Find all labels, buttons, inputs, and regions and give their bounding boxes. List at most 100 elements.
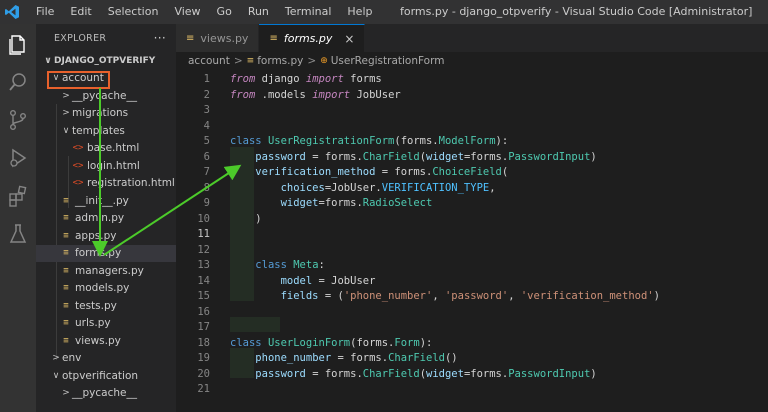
code-text: widget=forms.RadioSelect bbox=[230, 196, 433, 212]
close-icon[interactable]: × bbox=[344, 32, 354, 46]
testing-icon[interactable] bbox=[6, 222, 30, 246]
menu-item-terminal[interactable]: Terminal bbox=[277, 0, 340, 24]
chevron-down-icon: ∨ bbox=[62, 125, 70, 136]
code-line: 20 password = forms.CharField(widget=for… bbox=[176, 367, 768, 383]
extensions-icon[interactable] bbox=[6, 184, 30, 208]
python-file-icon: ≡ bbox=[63, 335, 69, 346]
line-number: 8 bbox=[203, 181, 210, 194]
code-token: CharField bbox=[362, 150, 420, 163]
tree-file[interactable]: ≡ __init__.py bbox=[36, 192, 176, 210]
tree-folder[interactable]: > env bbox=[36, 350, 176, 368]
tree-file[interactable]: ≡ apps.py bbox=[36, 227, 176, 245]
html-file-icon: <> bbox=[72, 178, 84, 189]
line-number: 19 bbox=[197, 352, 210, 364]
tree-item-label: tests.py bbox=[75, 299, 117, 312]
code-token: choices bbox=[280, 181, 325, 194]
menu-item-go[interactable]: Go bbox=[209, 0, 240, 24]
code-token: model bbox=[280, 274, 313, 287]
code-text: phone_number = forms.CharField() bbox=[230, 351, 457, 367]
python-file-icon: ≡ bbox=[63, 230, 69, 241]
menu-item-run[interactable]: Run bbox=[240, 0, 277, 24]
python-file-icon: ≡ bbox=[63, 213, 69, 224]
source-control-icon[interactable] bbox=[6, 108, 30, 132]
code-token: Form bbox=[394, 336, 420, 349]
code-text: password = forms.CharField(widget=forms.… bbox=[230, 367, 596, 383]
explorer-icon[interactable] bbox=[6, 32, 30, 56]
chevron-down-icon: ∨ bbox=[52, 370, 60, 381]
code-token: widget bbox=[426, 150, 464, 163]
code-line: 16 bbox=[176, 305, 768, 321]
python-file-icon: ≡ bbox=[63, 283, 69, 294]
tree-item-label: __init__.py bbox=[75, 194, 129, 207]
code-text: class UserRegistrationForm(forms.ModelFo… bbox=[230, 134, 508, 150]
menu-item-file[interactable]: File bbox=[28, 0, 62, 24]
code-token: =forms. bbox=[318, 197, 363, 209]
line-number: 9 bbox=[203, 197, 210, 209]
breadcrumb-symbol[interactable]: UserRegistrationForm bbox=[331, 55, 445, 67]
tree-file[interactable]: ≡ admin.py bbox=[36, 210, 176, 228]
code-line: 11 bbox=[176, 227, 768, 243]
line-number: 21 bbox=[197, 383, 210, 395]
code-token: : bbox=[318, 259, 325, 271]
tree-item-label: admin.py bbox=[75, 212, 125, 225]
code-token: ) bbox=[653, 290, 660, 302]
menu-item-view[interactable]: View bbox=[166, 0, 208, 24]
tab-forms-py[interactable]: ≡ forms.py × bbox=[259, 24, 366, 52]
breadcrumb-file[interactable]: forms.py bbox=[257, 55, 303, 67]
tree-folder[interactable]: > __pycache__ bbox=[36, 385, 176, 403]
tree-folder[interactable]: ∨ otpverification bbox=[36, 367, 176, 385]
code-token: Meta bbox=[293, 259, 319, 271]
code-text: password = forms.CharField(widget=forms.… bbox=[230, 150, 596, 166]
code-token: phone_number bbox=[255, 352, 332, 364]
code-token: , bbox=[489, 181, 496, 194]
tree-item-label: forms.py bbox=[75, 247, 122, 260]
code-token: forms bbox=[343, 73, 382, 85]
code-text: class UserLoginForm(forms.Form): bbox=[230, 336, 432, 352]
tree-file[interactable]: ≡ managers.py bbox=[36, 262, 176, 280]
tree-file[interactable]: ≡ views.py bbox=[36, 332, 176, 350]
menu-item-help[interactable]: Help bbox=[339, 0, 380, 24]
tree-folder[interactable]: ∨ templates bbox=[36, 122, 176, 140]
tree-folder[interactable]: ∨ DJANGO_OTPVERIFY bbox=[36, 52, 176, 70]
python-file-icon: ≡ bbox=[63, 265, 69, 276]
tree-file[interactable]: <> login.html bbox=[36, 157, 176, 175]
line-number: 20 bbox=[197, 367, 210, 380]
menu-item-selection[interactable]: Selection bbox=[100, 0, 167, 24]
code-line: 10 ) bbox=[176, 212, 768, 228]
python-file-icon: ≡ bbox=[186, 32, 195, 44]
breadcrumb: account > ≡ forms.py > ⊕ UserRegistratio… bbox=[176, 52, 768, 70]
code-token: 'phone_number' bbox=[343, 290, 433, 302]
html-file-icon: <> bbox=[72, 160, 84, 171]
tree-file[interactable]: ≡ forms.py bbox=[36, 244, 176, 262]
tree-folder[interactable]: ∨ account bbox=[36, 70, 176, 88]
code-token: , bbox=[432, 290, 445, 302]
tree-item-label: migrations bbox=[72, 107, 129, 120]
code-token: = forms. bbox=[375, 166, 433, 178]
tree-file[interactable]: ≡ urls.py bbox=[36, 315, 176, 333]
code-token: widget bbox=[426, 367, 464, 380]
tree-folder[interactable]: > migrations bbox=[36, 105, 176, 123]
menu-item-edit[interactable]: Edit bbox=[62, 0, 99, 24]
code-token: = forms. bbox=[305, 150, 363, 163]
code-token: password bbox=[255, 367, 306, 380]
tab-views-py[interactable]: ≡ views.py bbox=[176, 24, 260, 52]
code-text: class Meta: bbox=[230, 258, 325, 274]
search-icon[interactable] bbox=[6, 70, 30, 94]
chevron-right-icon: > bbox=[52, 353, 60, 364]
code-editor[interactable]: 1 from django import forms 2 from .models i… bbox=[176, 70, 768, 412]
tree-file[interactable]: ≡ tests.py bbox=[36, 297, 176, 315]
code-token: ModelForm bbox=[438, 135, 496, 147]
line-number: 15 bbox=[197, 290, 210, 302]
run-debug-icon[interactable] bbox=[6, 146, 30, 170]
breadcrumb-folder[interactable]: account bbox=[188, 55, 230, 67]
tree-folder[interactable]: > __pycache__ bbox=[36, 87, 176, 105]
more-actions-icon[interactable]: ··· bbox=[154, 31, 166, 45]
tree-file[interactable]: <> registration.html bbox=[36, 175, 176, 193]
tree-file[interactable]: <> base.html bbox=[36, 140, 176, 158]
tree-file[interactable]: ≡ models.py bbox=[36, 280, 176, 298]
code-text: ) bbox=[230, 212, 261, 228]
code-token: = forms. bbox=[305, 367, 363, 380]
